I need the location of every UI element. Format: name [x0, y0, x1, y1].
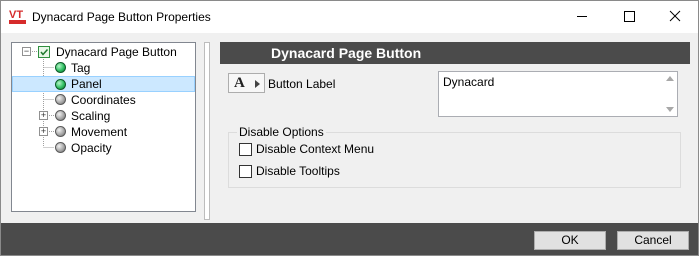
- dialog-footer: OK Cancel: [1, 223, 698, 255]
- disable-context-menu-checkbox[interactable]: [239, 143, 252, 156]
- font-select-button[interactable]: A: [228, 73, 265, 93]
- close-button[interactable]: [652, 1, 698, 32]
- scroll-down-icon[interactable]: [666, 107, 674, 112]
- panel-title: Dynacard Page Button: [271, 45, 422, 61]
- disable-tooltips-checkbox[interactable]: [239, 165, 252, 178]
- gray-ball-icon: [55, 110, 66, 121]
- page-button-icon: [38, 46, 50, 58]
- green-ball-icon: [55, 62, 66, 73]
- vtscada-logo-icon: VT: [9, 9, 26, 24]
- tree-item-label: Coordinates: [71, 93, 136, 107]
- gray-ball-icon: [55, 142, 66, 153]
- collapse-icon[interactable]: −: [22, 47, 31, 56]
- tree-item-coordinates[interactable]: Coordinates: [49, 92, 193, 108]
- gray-ball-icon: [55, 126, 66, 137]
- font-icon: A: [234, 75, 245, 91]
- splitter-handle[interactable]: [204, 42, 210, 220]
- tree-item-label: Tag: [71, 61, 91, 75]
- maximize-icon: [624, 11, 635, 22]
- tree-item-root[interactable]: − Dynacard Page Button: [20, 44, 195, 60]
- property-tree[interactable]: − Dynacard Page Button Tag Panel Coordin…: [11, 42, 196, 212]
- tree-item-label: Panel: [71, 77, 102, 91]
- properties-dialog: VT Dynacard Page Button Properties − Dyn…: [0, 0, 699, 256]
- ok-button[interactable]: OK: [534, 231, 606, 250]
- disable-options-group: Disable Options Disable Context Menu Dis…: [228, 125, 681, 188]
- cancel-button[interactable]: Cancel: [617, 231, 689, 250]
- dialog-body: − Dynacard Page Button Tag Panel Coordin…: [1, 33, 698, 223]
- disable-context-menu-label: Disable Context Menu: [256, 142, 375, 156]
- expand-icon[interactable]: +: [39, 111, 48, 120]
- dropdown-arrow-icon: [255, 80, 260, 88]
- tree-item-label: Opacity: [71, 141, 112, 155]
- minimize-icon: [577, 16, 587, 17]
- tree-item-tag[interactable]: Tag: [49, 60, 193, 76]
- tree-item-scaling[interactable]: + Scaling: [36, 108, 193, 124]
- tree-item-opacity[interactable]: Opacity: [49, 140, 193, 156]
- button-label-input[interactable]: Dynacard: [438, 71, 678, 117]
- tree-item-label: Scaling: [71, 109, 111, 123]
- disable-options-title: Disable Options: [237, 125, 326, 139]
- close-icon: [669, 10, 681, 22]
- maximize-button[interactable]: [606, 1, 652, 32]
- button-label-caption: Button Label: [268, 77, 336, 91]
- title-bar[interactable]: VT Dynacard Page Button Properties: [1, 1, 698, 33]
- minimize-button[interactable]: [559, 1, 605, 32]
- scroll-up-icon[interactable]: [666, 76, 674, 81]
- disable-tooltips-label: Disable Tooltips: [256, 164, 340, 178]
- tree-item-label: Movement: [71, 125, 128, 139]
- window-title: Dynacard Page Button Properties: [32, 10, 211, 24]
- svg-text:VT: VT: [9, 9, 23, 21]
- expand-icon[interactable]: +: [39, 127, 48, 136]
- properties-panel: Dynacard Page Button A Button Label Dyna…: [220, 42, 690, 220]
- tree-item-panel[interactable]: Panel: [12, 76, 195, 92]
- gray-ball-icon: [55, 94, 66, 105]
- panel-header: Dynacard Page Button: [220, 42, 690, 64]
- button-label-value: Dynacard: [443, 75, 495, 89]
- tree-item-root-label: Dynacard Page Button: [56, 45, 177, 59]
- tree-item-movement[interactable]: + Movement: [36, 124, 193, 140]
- green-ball-icon: [55, 79, 66, 90]
